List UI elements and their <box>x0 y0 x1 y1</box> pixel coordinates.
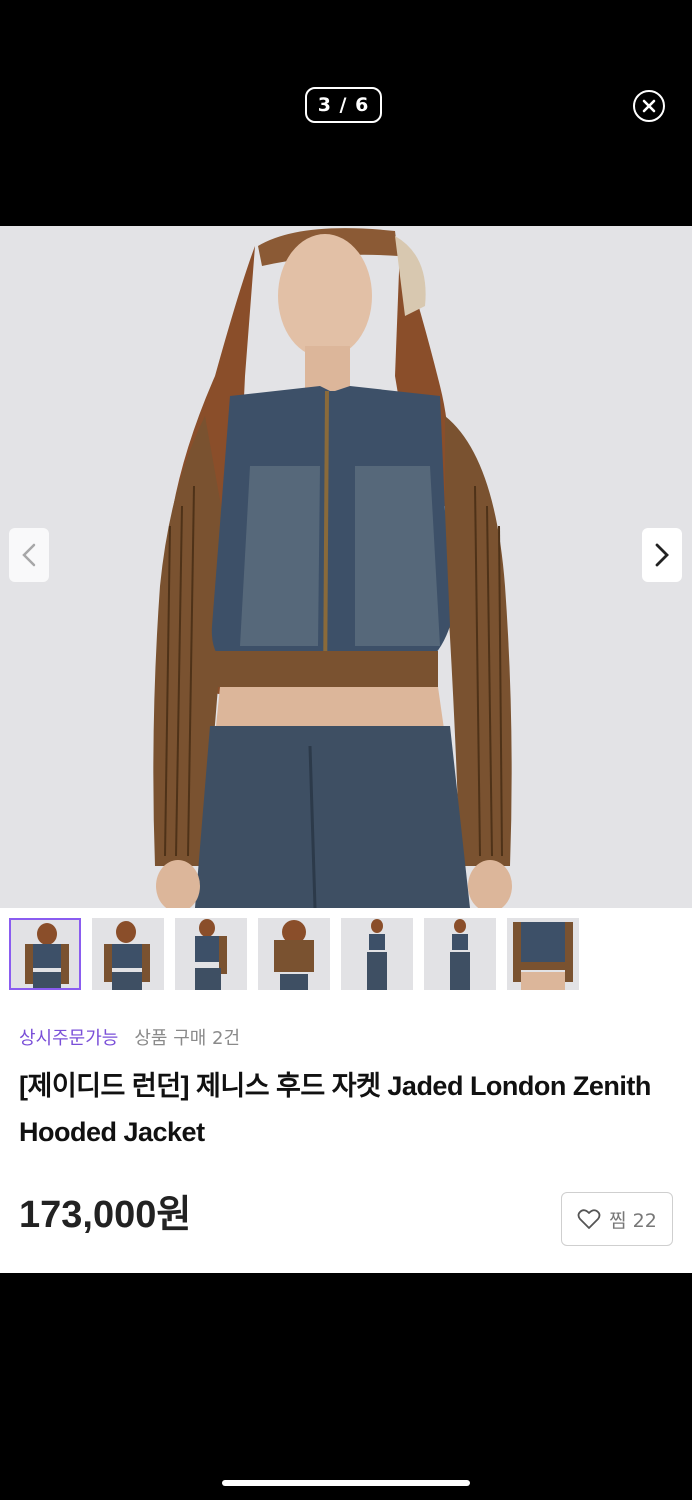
product-info: 상시주문가능 상품 구매 2건 [제이디드 런던] 제니스 후드 자켓 Jaded… <box>0 908 692 1273</box>
home-indicator[interactable] <box>222 1480 470 1486</box>
thumbnail-image <box>175 918 247 990</box>
model-photo <box>153 228 512 908</box>
wishlist-button[interactable]: 찜 22 <box>561 1192 673 1246</box>
thumbnail-item[interactable] <box>507 918 579 990</box>
thumbnail-image <box>507 918 579 990</box>
thumbnail-item[interactable] <box>9 918 81 990</box>
viewer-header: 3 / 6 <box>0 0 692 226</box>
wishlist-count: 찜 22 <box>609 1209 657 1232</box>
thumbnail-image <box>258 918 330 990</box>
product-title: [제이디드 런던] 제니스 후드 자켓 Jaded London Zenith … <box>19 1071 651 1147</box>
product-image[interactable] <box>0 226 692 908</box>
previous-image-button[interactable] <box>9 528 49 582</box>
thumbnail-item[interactable] <box>175 918 247 990</box>
thumbnail-strip <box>9 918 579 990</box>
thumbnail-item[interactable] <box>424 918 496 990</box>
chevron-right-icon <box>655 543 669 567</box>
status-row: 상시주문가능 상품 구매 2건 <box>19 1024 240 1050</box>
thumbnail-image <box>11 920 79 988</box>
thumbnail-item[interactable] <box>258 918 330 990</box>
thumbnail-item[interactable] <box>341 918 413 990</box>
heart-icon <box>577 1209 601 1229</box>
product-price: 173,000원 <box>19 1194 192 1236</box>
thumbnail-image <box>341 918 413 990</box>
purchase-count: 상품 구매 2건 <box>134 1028 241 1049</box>
availability-label: 상시주문가능 <box>19 1028 119 1049</box>
thumbnail-image <box>424 918 496 990</box>
image-counter: 3 / 6 <box>305 87 382 123</box>
next-image-button[interactable] <box>642 528 682 582</box>
thumbnail-image <box>92 918 164 990</box>
close-button[interactable] <box>633 90 665 122</box>
thumbnail-item[interactable] <box>92 918 164 990</box>
close-icon <box>642 99 656 113</box>
chevron-left-icon <box>22 543 36 567</box>
